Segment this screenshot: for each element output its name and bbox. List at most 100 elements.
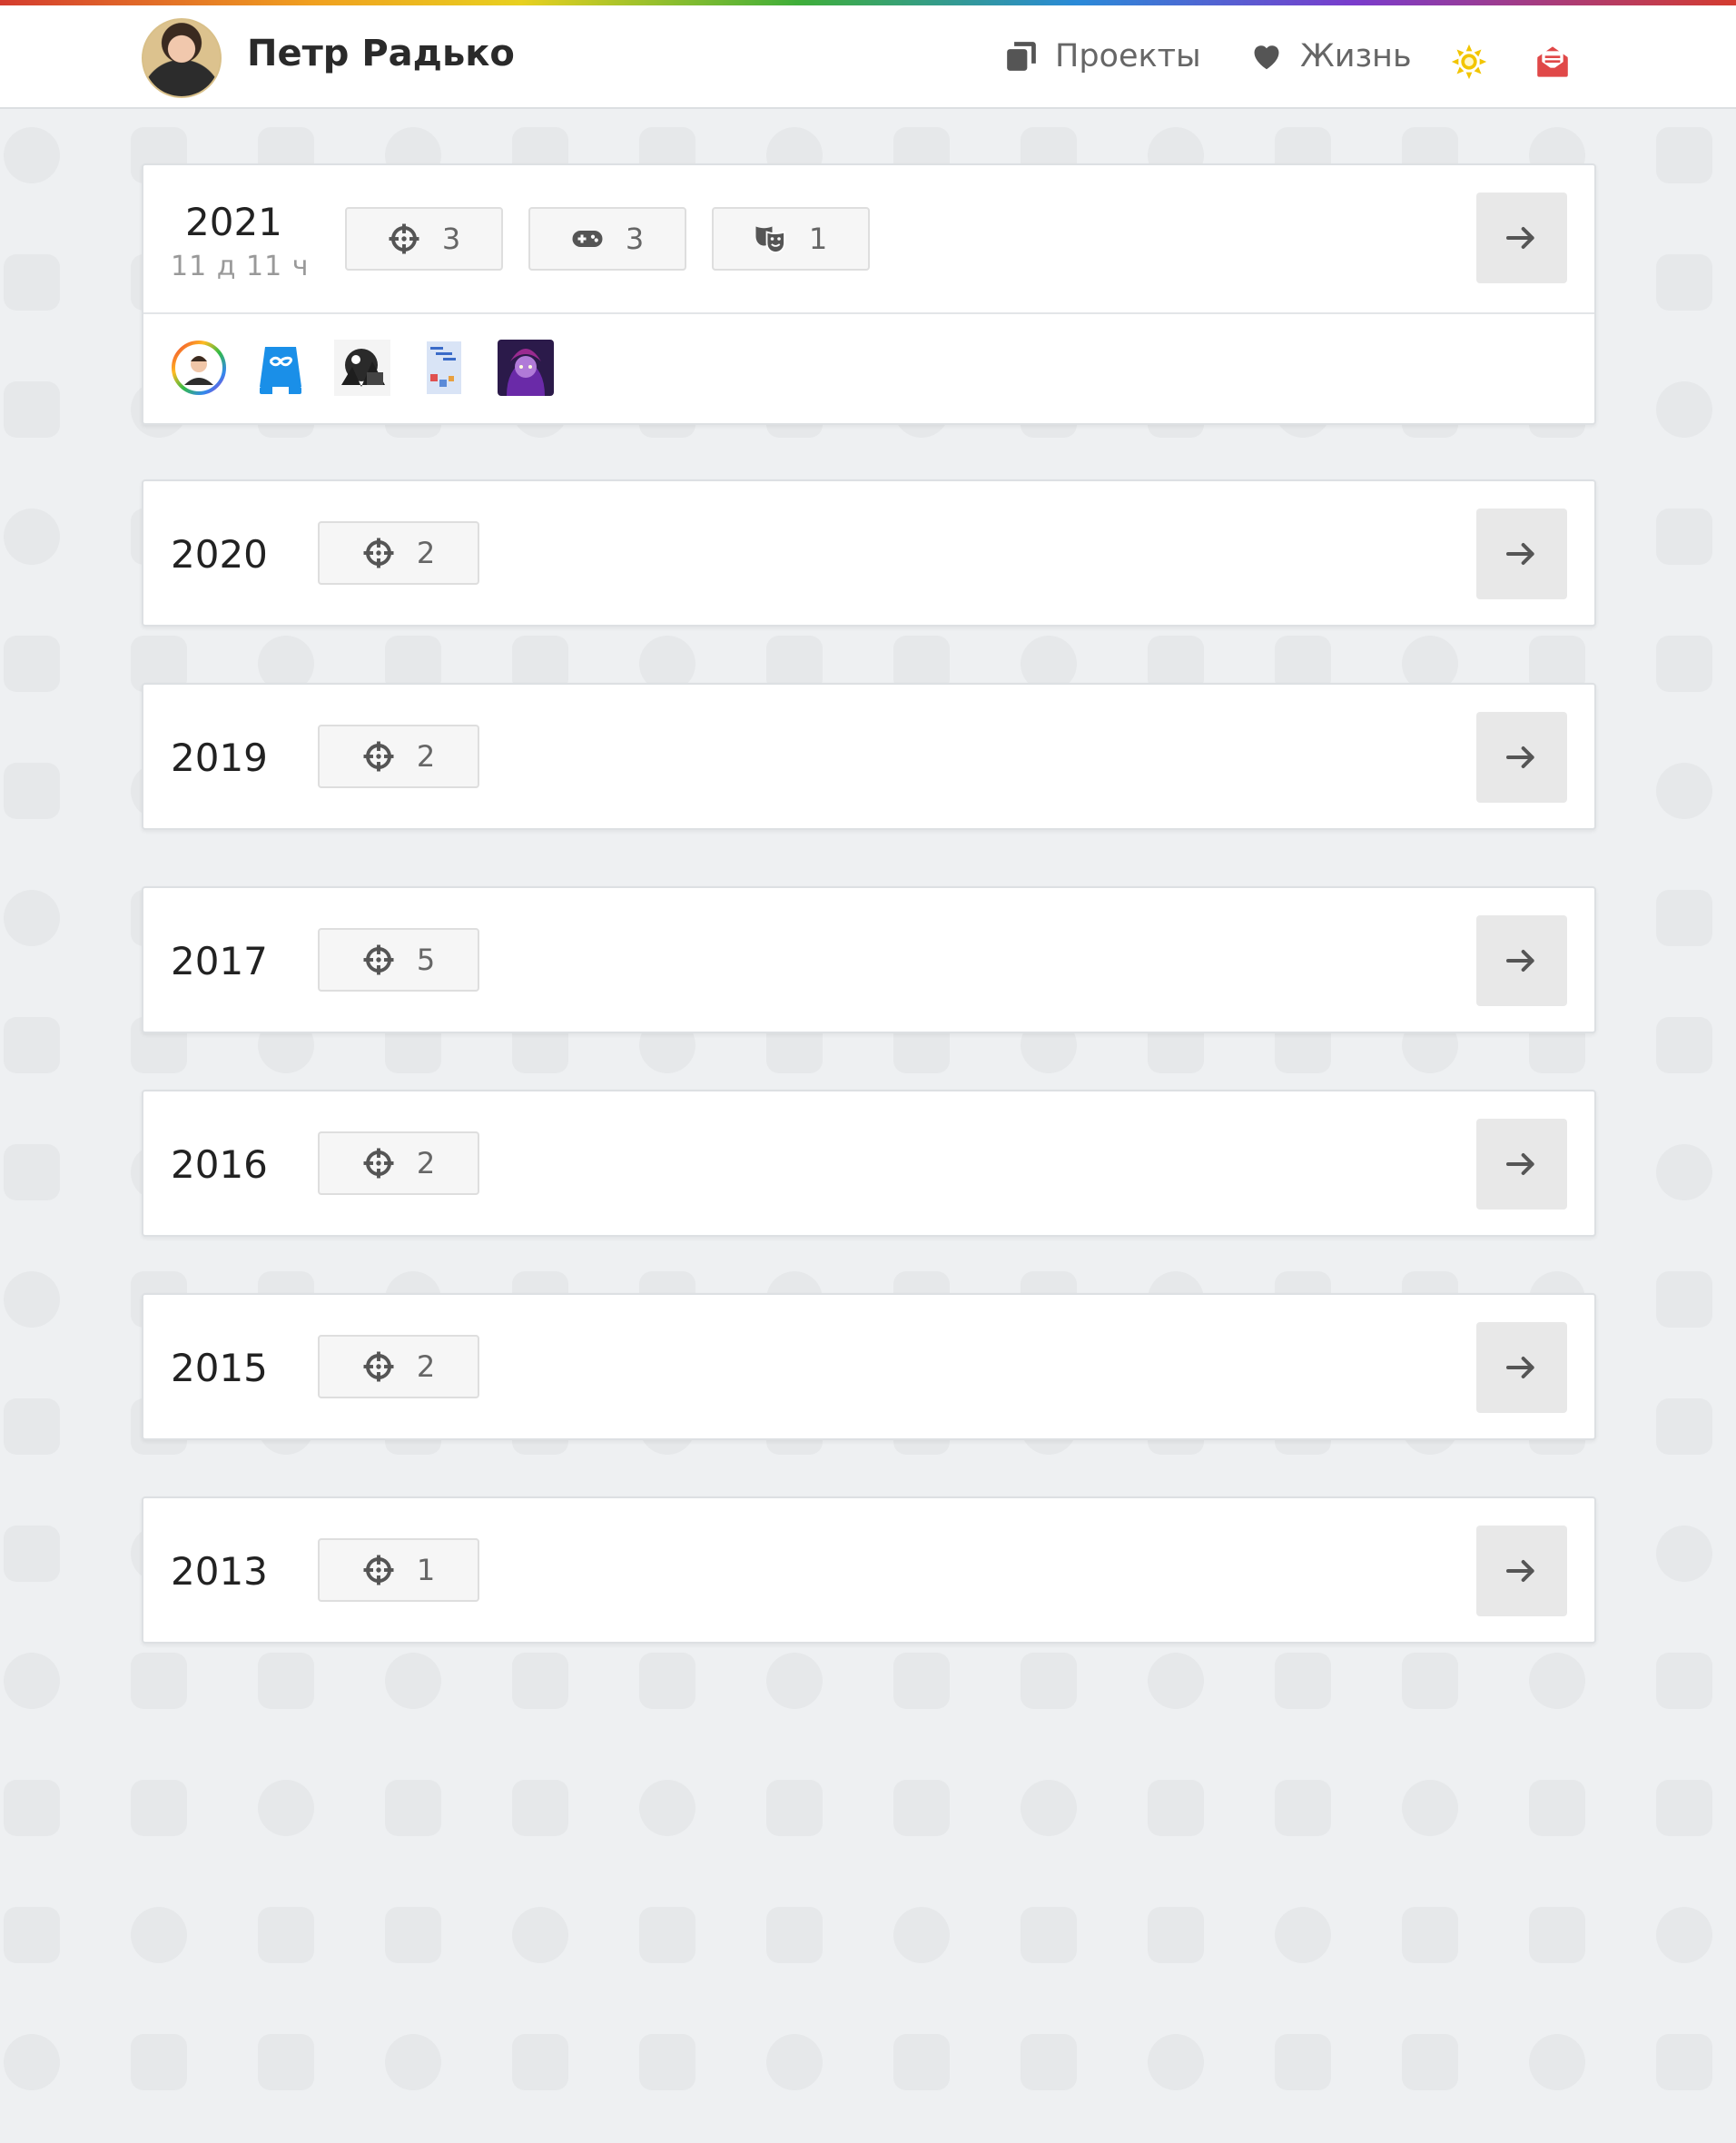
year-label[interactable]: 2013	[171, 1549, 268, 1594]
crosshair-icon	[362, 1147, 417, 1180]
background-decoration	[1529, 2034, 1585, 2090]
background-decoration	[4, 2034, 60, 2090]
crosshair-icon	[362, 740, 417, 773]
dark-art-thumbnail[interactable]	[334, 340, 390, 396]
background-decoration	[4, 509, 60, 565]
background-decoration	[258, 1907, 314, 1963]
year-card-header: 2015 2	[143, 1295, 1594, 1438]
year-duration: 11 д 11 ч	[171, 251, 310, 282]
nav-projects-label: Проекты	[1055, 38, 1201, 74]
background-decoration	[1656, 381, 1712, 438]
background-decoration	[1148, 1780, 1204, 1836]
background-decoration	[893, 1653, 950, 1709]
background-decoration	[639, 1780, 695, 1836]
year-card-header: 2016 2	[143, 1091, 1594, 1235]
background-decoration	[1021, 1780, 1077, 1836]
open-year-button[interactable]	[1476, 915, 1567, 1006]
background-decoration	[1402, 1907, 1458, 1963]
stat-badge-theater-masks[interactable]: 1	[712, 207, 870, 271]
background-decoration	[1656, 254, 1712, 311]
open-year-button[interactable]	[1476, 712, 1567, 803]
background-decoration	[893, 2034, 950, 2090]
background-decoration	[1148, 1653, 1204, 1709]
open-year-button[interactable]	[1476, 1322, 1567, 1413]
stat-badge-crosshair[interactable]: 2	[318, 725, 479, 788]
year-label[interactable]: 2019	[171, 736, 268, 780]
stat-count: 2	[416, 739, 436, 774]
background-decoration	[4, 763, 60, 819]
sun-icon[interactable]	[1451, 44, 1487, 80]
year-card-header: 2019 2	[143, 685, 1594, 828]
background-decoration	[1656, 1144, 1712, 1200]
stat-badge-crosshair[interactable]: 5	[318, 928, 479, 992]
year-card-header: 2013 1	[143, 1498, 1594, 1642]
background-decoration	[4, 1907, 60, 1963]
background-decoration	[1402, 1653, 1458, 1709]
background-decoration	[385, 1907, 441, 1963]
open-year-button[interactable]	[1476, 193, 1567, 283]
user-name[interactable]: Петр Радько	[247, 33, 515, 74]
year-card-header: 2020 2	[143, 481, 1594, 625]
background-decoration	[1529, 1907, 1585, 1963]
purple-character-thumbnail[interactable]	[498, 340, 554, 396]
open-year-button[interactable]	[1476, 509, 1567, 599]
year-label[interactable]: 2017	[171, 939, 268, 983]
year-label[interactable]: 2016	[171, 1142, 268, 1187]
background-decoration	[4, 1780, 60, 1836]
stat-count: 1	[416, 1553, 436, 1587]
background-decoration	[258, 2034, 314, 2090]
background-decoration	[512, 1780, 568, 1836]
background-decoration	[1529, 1653, 1585, 1709]
background-decoration	[131, 1653, 187, 1709]
background-decoration	[1275, 1907, 1331, 1963]
background-decoration	[766, 1780, 823, 1836]
background-decoration	[766, 1653, 823, 1709]
year-card-2019: 2019 2	[142, 683, 1596, 830]
stat-badge-crosshair[interactable]: 3	[345, 207, 503, 271]
background-decoration	[766, 1907, 823, 1963]
open-year-button[interactable]	[1476, 1526, 1567, 1616]
background-decoration	[1656, 1780, 1712, 1836]
year-label[interactable]: 2020	[171, 532, 268, 577]
year-card-2021: 2021 11 д 11 ч 3 3 1	[142, 163, 1596, 425]
year-card-2013: 2013 1	[142, 1496, 1596, 1644]
background-decoration	[4, 1144, 60, 1200]
crosshair-icon	[388, 222, 442, 255]
year-label[interactable]: 2015	[171, 1346, 268, 1390]
stat-count: 2	[416, 536, 436, 570]
stat-badge-crosshair[interactable]: 2	[318, 1131, 479, 1195]
background-decoration	[4, 127, 60, 183]
user-avatar[interactable]	[142, 18, 222, 98]
year-card-2017: 2017 5	[142, 886, 1596, 1033]
theater-masks-icon	[755, 222, 809, 255]
year-label[interactable]: 2021	[185, 200, 282, 244]
crosshair-icon	[362, 943, 417, 976]
stat-badge-crosshair[interactable]: 2	[318, 1335, 479, 1398]
nav-life-link[interactable]: Жизнь	[1249, 38, 1412, 74]
crosshair-icon	[362, 537, 417, 569]
blue-infinity-app-thumbnail[interactable]	[252, 340, 309, 396]
open-year-button[interactable]	[1476, 1119, 1567, 1210]
background-decoration	[512, 1907, 568, 1963]
background-decoration	[4, 254, 60, 311]
background-decoration	[1021, 1653, 1077, 1709]
avatar-thumbnail[interactable]	[171, 340, 227, 396]
background-decoration	[1021, 1907, 1077, 1963]
nav-projects-link[interactable]: Проекты	[1004, 38, 1201, 74]
background-decoration	[4, 1526, 60, 1582]
stat-badge-gamepad[interactable]: 3	[528, 207, 686, 271]
year-card-header: 2017 5	[143, 888, 1594, 1032]
background-decoration	[1656, 1017, 1712, 1073]
background-decoration	[4, 1017, 60, 1073]
background-decoration	[1656, 890, 1712, 946]
open-mail-icon[interactable]	[1534, 44, 1571, 80]
arrow-right-icon	[1504, 943, 1540, 979]
projects-icon	[1007, 42, 1036, 71]
background-decoration	[1148, 1907, 1204, 1963]
arrow-right-icon	[1504, 220, 1540, 256]
stat-badge-crosshair[interactable]: 1	[318, 1538, 479, 1602]
background-decoration	[4, 381, 60, 438]
stat-badge-crosshair[interactable]: 2	[318, 521, 479, 585]
background-decoration	[131, 1907, 187, 1963]
blue-poster-thumbnail[interactable]	[416, 340, 472, 396]
